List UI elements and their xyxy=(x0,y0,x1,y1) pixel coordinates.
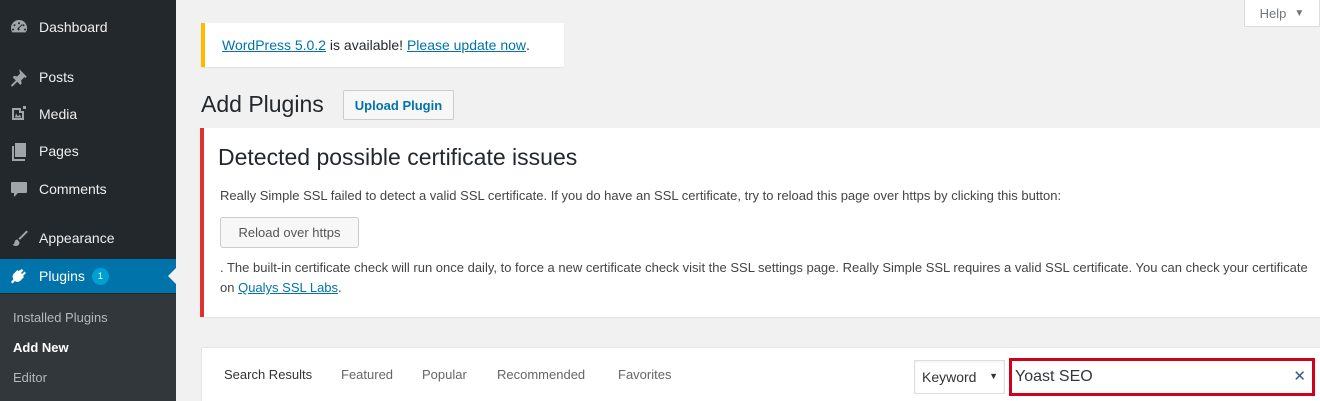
sidebar-item-label: Pages xyxy=(39,143,79,159)
pages-icon xyxy=(9,141,29,161)
search-type-value: Keyword xyxy=(922,369,977,385)
upload-plugin-button[interactable]: Upload Plugin xyxy=(343,90,454,120)
sidebar-item-label: Plugins xyxy=(39,268,85,284)
tab-featured[interactable]: Featured xyxy=(341,367,393,382)
pushpin-icon xyxy=(9,67,29,87)
tab-recommended[interactable]: Recommended xyxy=(497,367,585,382)
sidebar-item-dashboard[interactable]: Dashboard xyxy=(0,10,176,44)
current-menu-arrow xyxy=(168,268,176,284)
update-notice-end: . xyxy=(526,37,530,53)
search-highlight-box: ✕ xyxy=(1009,358,1315,396)
update-notice-text: is available! xyxy=(326,37,407,53)
sidebar-item-appearance[interactable]: Appearance xyxy=(0,221,176,255)
wordpress-version-link[interactable]: WordPress 5.0.2 xyxy=(222,37,326,53)
sidebar-item-label: Media xyxy=(39,106,78,122)
sidebar-item-label: Appearance xyxy=(39,230,115,246)
media-icon xyxy=(9,104,29,124)
ssl-notice-footer: . The built-in certificate check will ru… xyxy=(220,258,1310,298)
update-now-link[interactable]: Please update now xyxy=(407,37,526,53)
tab-search-results[interactable]: Search Results xyxy=(224,367,312,382)
submenu-item-installed-plugins[interactable]: Installed Plugins xyxy=(13,310,108,325)
sidebar-item-label: Posts xyxy=(39,69,75,85)
sidebar-item-media[interactable]: Media xyxy=(0,97,176,131)
sidebar-item-pages[interactable]: Pages xyxy=(0,134,176,168)
comment-icon xyxy=(9,179,29,199)
reload-over-https-button[interactable]: Reload over https xyxy=(220,217,359,248)
caret-down-icon: ▼ xyxy=(1294,7,1305,19)
plugins-submenu: Installed Plugins Add New Editor xyxy=(0,294,176,401)
paintbrush-icon xyxy=(9,228,29,248)
admin-sidebar: Dashboard Posts Media Pages Comments App… xyxy=(0,0,176,401)
submenu-item-editor[interactable]: Editor xyxy=(13,370,47,385)
search-type-select[interactable]: Keyword ▼ xyxy=(914,360,1005,394)
tab-favorites[interactable]: Favorites xyxy=(618,367,671,382)
sidebar-item-label: Dashboard xyxy=(39,19,108,35)
submenu-item-add-new[interactable]: Add New xyxy=(13,340,69,355)
dashboard-icon xyxy=(9,17,29,37)
sidebar-item-label: Comments xyxy=(39,181,107,197)
ssl-footer-text: . The built-in certificate check will ru… xyxy=(220,260,1308,295)
ssl-error-notice: Detected possible certificate issues Rea… xyxy=(200,128,1320,317)
qualys-ssl-labs-link[interactable]: Qualys SSL Labs xyxy=(238,280,338,295)
update-count-badge: 1 xyxy=(91,267,109,285)
tab-popular[interactable]: Popular xyxy=(422,367,467,382)
clear-search-icon[interactable]: ✕ xyxy=(1293,368,1306,386)
plugin-icon xyxy=(9,266,29,286)
page-title: Add Plugins xyxy=(201,91,324,117)
sidebar-item-posts[interactable]: Posts xyxy=(0,60,176,94)
sidebar-item-plugins[interactable]: Plugins 1 xyxy=(0,259,176,293)
help-label: Help xyxy=(1259,5,1287,21)
sidebar-item-comments[interactable]: Comments xyxy=(0,172,176,206)
ssl-notice-title: Detected possible certificate issues xyxy=(218,144,578,170)
update-notice: WordPress 5.0.2 is available! Please upd… xyxy=(201,23,564,67)
ssl-footer-end: . xyxy=(338,280,342,295)
plugin-filter-bar: Search Results Featured Popular Recommen… xyxy=(201,347,1320,401)
help-tab-button[interactable]: Help ▼ xyxy=(1244,0,1320,27)
ssl-notice-description: Really Simple SSL failed to detect a val… xyxy=(220,188,1062,203)
search-plugins-input[interactable] xyxy=(1015,364,1285,390)
caret-down-icon: ▼ xyxy=(989,371,998,381)
